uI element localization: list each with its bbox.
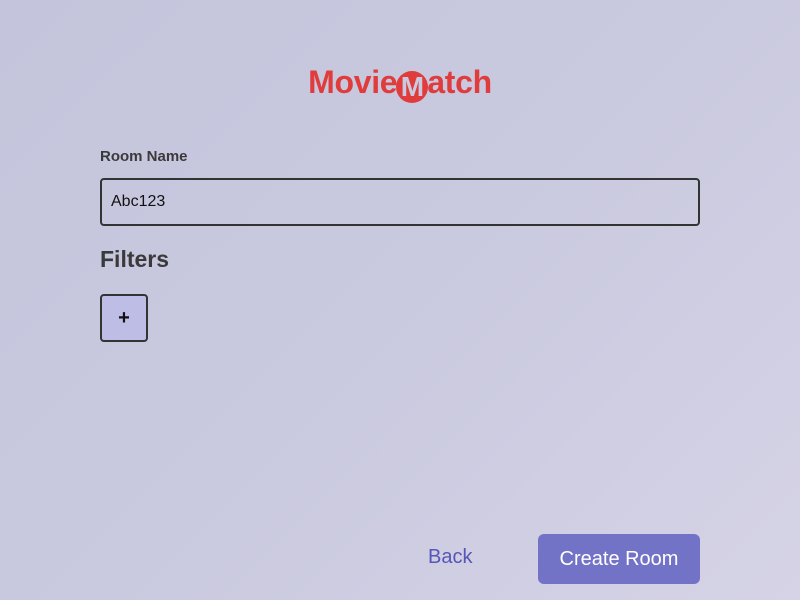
room-name-input[interactable] xyxy=(100,178,700,226)
back-link[interactable]: Back xyxy=(428,546,472,569)
create-room-button[interactable]: Create Room xyxy=(538,534,700,584)
add-filter-button[interactable]: + xyxy=(100,294,148,342)
logo-m-circle: M xyxy=(396,71,429,103)
logo-text-end: atch xyxy=(427,64,492,100)
filters-heading: Filters xyxy=(100,246,170,272)
room-name-label: Room Name xyxy=(100,148,188,165)
moviematch-logo: Movie Match xyxy=(0,60,800,104)
logo-text-start: Movie xyxy=(308,64,398,100)
